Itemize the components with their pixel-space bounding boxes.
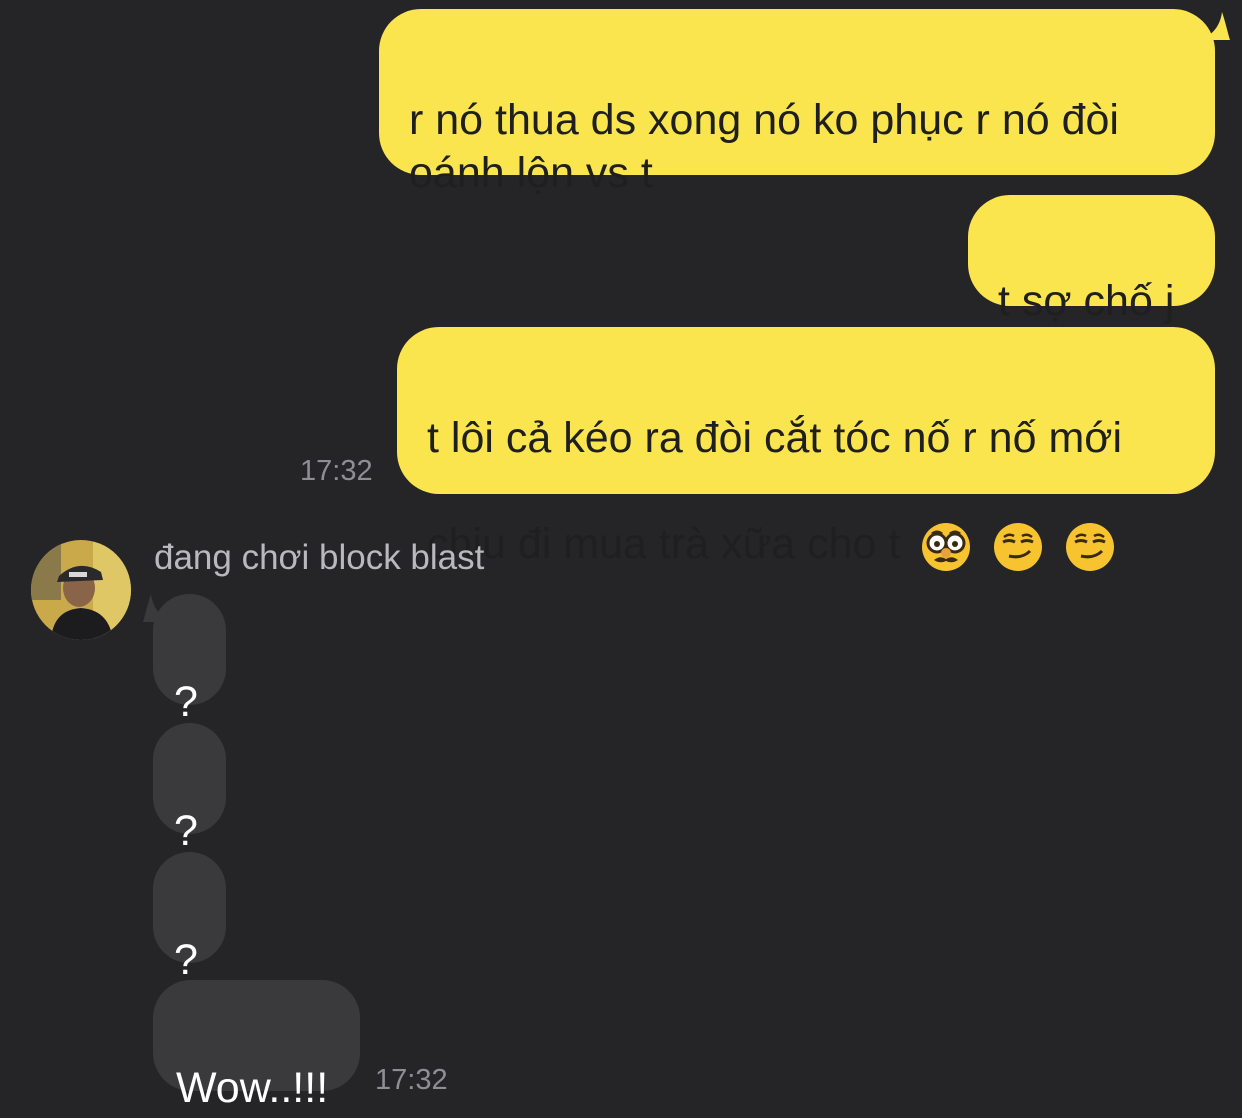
message-text: ? xyxy=(174,678,198,726)
message-text: t sợ chố j xyxy=(998,277,1175,325)
smirking-face-emoji xyxy=(1066,522,1115,571)
message-text: ? xyxy=(174,936,198,984)
avatar-image xyxy=(31,540,131,640)
message-text: ? xyxy=(174,807,198,855)
disguised-face-emoji xyxy=(922,522,971,571)
chat-thread: r nó thua ds xong nó ko phục r nó đòi oá… xyxy=(0,0,1242,1118)
sender-name: đang chơi block blast xyxy=(154,538,485,577)
incoming-message[interactable]: Wow..!!! xyxy=(153,980,360,1112)
message-text-line: t lôi cả kéo ra đòi cắt tóc nố r nố mới xyxy=(427,414,1123,462)
outgoing-message[interactable]: t sợ chố j xyxy=(968,195,1215,325)
incoming-message[interactable]: ? xyxy=(153,852,226,984)
incoming-message[interactable]: ? xyxy=(153,723,226,855)
message-timestamp: 17:32 xyxy=(300,455,373,487)
avatar[interactable] xyxy=(31,540,131,640)
incoming-message[interactable]: ? xyxy=(153,594,226,726)
message-text: chịu đi mua trà xữa cho t xyxy=(427,520,901,568)
message-timestamp: 17:32 xyxy=(375,1064,448,1096)
outgoing-message[interactable]: t lôi cả kéo ra đòi cắt tóc nố r nố mới … xyxy=(397,327,1215,571)
outgoing-message[interactable]: r nó thua ds xong nó ko phục r nó đòi oá… xyxy=(379,9,1215,197)
message-text: Wow..!!! xyxy=(176,1064,329,1112)
smirking-face-emoji xyxy=(994,522,1043,571)
message-text-line-with-emojis: chịu đi mua trà xữa cho t xyxy=(427,518,1185,573)
message-text: r nó thua ds xong nó ko phục r nó đòi oá… xyxy=(409,96,1119,197)
